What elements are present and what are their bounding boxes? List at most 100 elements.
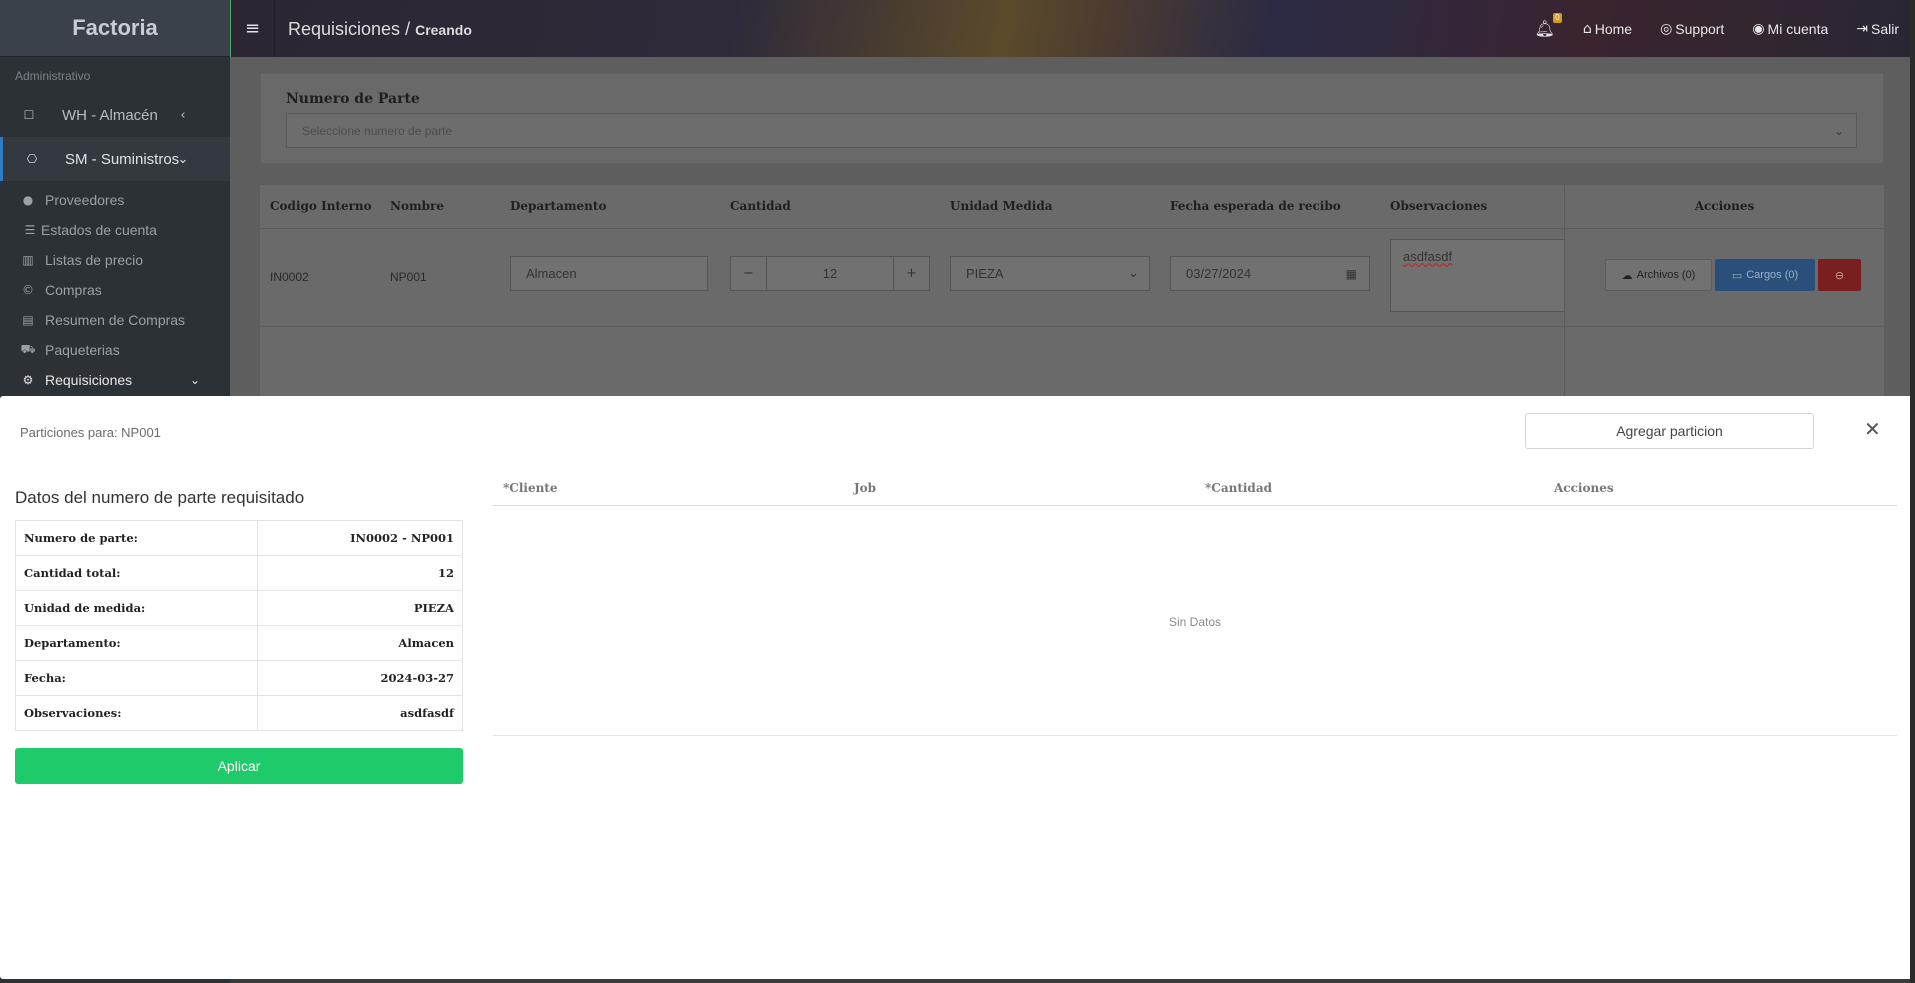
close-icon[interactable]: ✕: [1864, 417, 1881, 441]
column-header: Acciones: [1554, 481, 1614, 495]
life-ring-icon: ◎: [1660, 20, 1673, 37]
menu-toggle-button[interactable]: ≡: [230, 0, 275, 57]
account-link[interactable]: ◉ Mi cuenta: [1752, 21, 1828, 37]
user-circle-icon: ◉: [1752, 20, 1765, 37]
gear-icon: ⚙: [22, 373, 34, 387]
partition-table: *Cliente Job *Cantidad Acciones Sin Dato…: [493, 472, 1897, 736]
topbar: ≡ Requisiciones / Creando 🔔︎ 0 ⌂ Home ◎ …: [230, 0, 1915, 57]
column-header: Cantidad: [730, 199, 791, 213]
column-header: Departamento: [510, 199, 607, 213]
table-row: Fecha: 2024-03-27: [15, 660, 463, 696]
divider: [260, 326, 1884, 327]
bar-chart-icon: ▥: [22, 253, 34, 267]
sidebar-item-requisiciones[interactable]: ⚙ Requisiciones ⌄: [0, 365, 230, 395]
divider: [493, 735, 1897, 736]
divider: [1565, 228, 1884, 229]
copyright-icon: ©: [22, 283, 34, 297]
charges-button-label: Cargos (0): [1746, 269, 1799, 281]
sidebar-module-label: WH - Almacén: [62, 106, 158, 124]
files-button[interactable]: ☁ Archivos (0): [1605, 259, 1712, 291]
table-row: Departamento: Almacen: [15, 625, 463, 661]
sidebar-item-label: Proveedores: [45, 192, 125, 208]
charges-button[interactable]: ▭ Cargos (0): [1715, 259, 1815, 291]
sign-out-icon: ⇥: [1856, 20, 1868, 37]
sidebar-module-wh[interactable]: ☐ WH - Almacén ‹: [0, 93, 230, 137]
info-value: Almacen: [257, 625, 463, 661]
minus-button[interactable]: −: [731, 257, 767, 290]
partition-modal: Particiones para: NP001 Agregar particio…: [0, 396, 1915, 979]
notification-count-badge: 0: [1552, 12, 1562, 23]
add-partition-button[interactable]: Agregar particion: [1525, 413, 1814, 449]
sidebar-item-compras[interactable]: © Compras: [0, 275, 230, 305]
square-icon: ☐: [23, 108, 35, 122]
sidebar-item-listas-de-precio[interactable]: ▥ Listas de precio: [0, 245, 230, 275]
info-label: Observaciones:: [15, 695, 258, 731]
car-icon: ⛟: [20, 342, 36, 356]
department-input[interactable]: Almacen: [510, 256, 708, 291]
support-link[interactable]: ◎ Support: [1660, 21, 1724, 37]
apply-button[interactable]: Aplicar: [15, 748, 463, 784]
topbar-actions: 🔔︎ 0 ⌂ Home ◎ Support ◉ Mi cuenta ⇥ Sali…: [1534, 0, 1899, 57]
info-label: Departamento:: [15, 625, 258, 661]
main-content: Numero de Parte Seleccione numero de par…: [230, 57, 1915, 405]
home-link[interactable]: ⌂ Home: [1583, 21, 1632, 37]
bell-icon: 🔔︎: [1534, 18, 1555, 38]
sidebar-item-label: Listas de precio: [45, 252, 144, 268]
info-label: Cantidad total:: [15, 555, 258, 591]
brand-logo[interactable]: Factoria: [0, 0, 230, 57]
sidebar-item-estados-de-cuenta[interactable]: ☰ Estados de cuenta: [0, 215, 230, 245]
empty-state-text: Sin Datos: [1168, 615, 1222, 629]
column-header: Job: [854, 481, 877, 495]
info-value: IN0002 - NP001: [257, 520, 463, 556]
sidebar-section-label: Administrativo: [15, 69, 91, 83]
home-link-label: Home: [1594, 20, 1633, 37]
sidebar-module-sm[interactable]: ⎔ SM - Suministros ⌄: [0, 137, 230, 181]
quantity-stepper[interactable]: − 12 +: [730, 256, 930, 291]
part-number-label: Numero de Parte: [286, 91, 420, 107]
logout-link[interactable]: ⇥ Salir: [1856, 21, 1899, 37]
column-header: Observaciones: [1390, 199, 1488, 213]
column-header: Acciones: [1694, 199, 1755, 213]
support-link-label: Support: [1675, 20, 1725, 37]
info-value: PIEZA: [257, 590, 463, 626]
column-header: Codigo Interno: [270, 199, 372, 213]
table-row: Cantidad total: 12: [15, 555, 463, 591]
sidebar-item-proveedores[interactable]: ● Proveedores: [0, 185, 230, 215]
calendar-icon[interactable]: ▦: [1346, 267, 1357, 281]
delete-row-button[interactable]: ⊖: [1818, 259, 1861, 291]
cloud-icon: ☁: [1621, 268, 1633, 282]
chevron-left-icon: ‹: [180, 107, 186, 123]
table-row: Unidad de medida: PIEZA: [15, 590, 463, 626]
hamburger-icon: ≡: [244, 18, 261, 39]
sidebar-item-paqueterias[interactable]: ⛟ Paqueterias: [0, 335, 230, 365]
app-root: Factoria Administrativo ☐ WH - Almacén ‹…: [0, 0, 1915, 983]
network-icon: ⎔: [26, 152, 38, 166]
sidebar-module-label: SM - Suministros: [65, 150, 180, 168]
cell-nombre: NP001: [390, 270, 427, 284]
info-label: Fecha:: [15, 660, 258, 696]
window-edge: [1910, 0, 1915, 983]
info-value: 2024-03-27: [257, 660, 463, 696]
list-icon: ☰: [24, 223, 36, 237]
date-input[interactable]: 03/27/2024 ▦: [1170, 256, 1370, 291]
part-number-select[interactable]: Seleccione numero de parte ⌄: [286, 113, 1857, 148]
info-label: Numero de parte:: [15, 520, 258, 556]
requisition-info-table: Numero de parte: IN0002 - NP001 Cantidad…: [15, 520, 463, 731]
chevron-down-icon: ⌄: [177, 151, 189, 167]
briefcase-icon: ▭: [1731, 268, 1743, 282]
sidebar-item-resumen-de-compras[interactable]: ▤ Resumen de Compras: [0, 305, 230, 335]
requisition-data-title: Datos del numero de parte requisitado: [15, 488, 305, 507]
unit-select[interactable]: PIEZA ⌄: [950, 256, 1150, 291]
page-title-sub: Creando: [415, 22, 472, 38]
requisition-table: Codigo Interno Nombre Departamento Canti…: [260, 185, 1884, 405]
column-header: Fecha esperada de recibo: [1170, 199, 1341, 213]
observations-value: asdfasdf: [1403, 249, 1453, 264]
notifications-button[interactable]: 🔔︎ 0: [1534, 12, 1562, 39]
column-header: Unidad Medida: [950, 199, 1053, 213]
account-link-label: Mi cuenta: [1767, 20, 1829, 37]
modal-title: Particiones para: NP001: [20, 425, 161, 440]
observations-textarea[interactable]: asdfasdf: [1390, 239, 1570, 312]
plus-button[interactable]: +: [893, 257, 929, 290]
quantity-value[interactable]: 12: [767, 266, 893, 281]
cell-codigo: IN0002: [270, 270, 309, 284]
